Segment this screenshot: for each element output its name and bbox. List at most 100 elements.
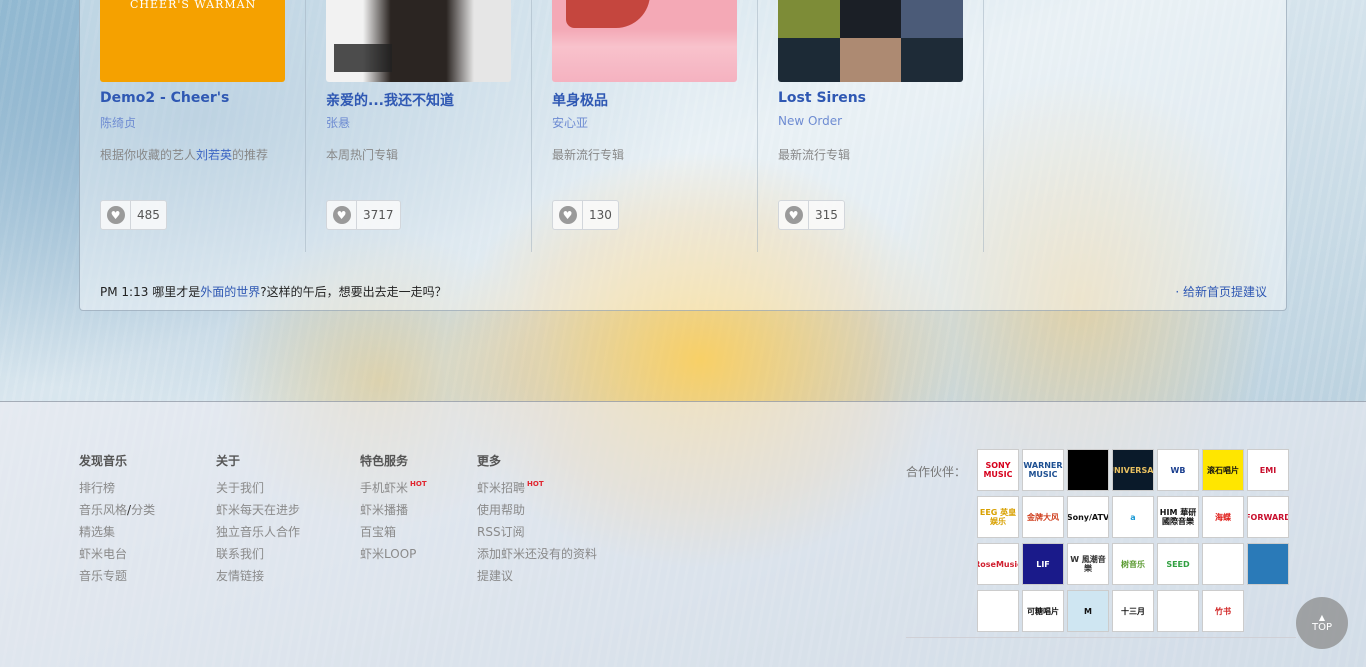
favorite-button[interactable]: ♥ 3717 bbox=[326, 200, 401, 230]
footer-link[interactable]: 虾米LOOP bbox=[360, 543, 416, 565]
footer-link[interactable]: 手机虾米 HOT bbox=[360, 477, 427, 499]
album-artist[interactable]: 张悬 bbox=[326, 114, 350, 131]
partner-logo[interactable]: 可糖唱片 bbox=[1022, 590, 1064, 632]
partner-logo[interactable] bbox=[1202, 543, 1244, 585]
footer-heading: 更多 bbox=[477, 454, 502, 468]
partner-logo[interactable]: 竹书 bbox=[1202, 590, 1244, 632]
album-item: Lost Sirens New Order 最新流行专辑 ♥ 315 bbox=[758, 0, 984, 252]
footer-link[interactable]: 添加虾米还没有的资料 bbox=[477, 543, 597, 565]
recommendation-card: CHEER'S WARMAN Demo2 - Cheer's 陈绮贞 根据你收藏… bbox=[79, 0, 1287, 311]
footer-column-services: 特色服务 手机虾米 HOT 虾米播播 百宝箱 虾米LOOP bbox=[360, 452, 427, 565]
album-artist[interactable]: 陈绮贞 bbox=[100, 114, 136, 131]
footer-link-label: 手机虾米 bbox=[360, 481, 409, 495]
partner-logo[interactable]: WARNER MUSIC bbox=[1022, 449, 1064, 491]
footer-link[interactable]: 虾米电台 bbox=[79, 543, 155, 565]
status-time: PM 1:13 bbox=[100, 285, 149, 299]
favorite-count: 315 bbox=[815, 208, 838, 222]
album-cover[interactable] bbox=[552, 0, 737, 82]
footer-link[interactable]: 虾米播播 bbox=[360, 499, 416, 521]
heart-icon: ♥ bbox=[101, 201, 131, 229]
footer-link[interactable]: 分类 bbox=[131, 503, 155, 517]
album-title[interactable]: Lost Sirens bbox=[778, 90, 866, 106]
footer-link[interactable]: 音乐专题 bbox=[79, 565, 155, 587]
partner-logo[interactable]: HIM 華研國際音樂 bbox=[1157, 496, 1199, 538]
partner-logo[interactable]: UNIVERSAL bbox=[1112, 449, 1154, 491]
partner-logo[interactable]: RoseMusic bbox=[977, 543, 1019, 585]
footer-link[interactable]: 虾米招聘 HOT bbox=[477, 477, 597, 499]
footer-column-discover: 发现音乐 排行榜 音乐风格/分类 精选集 虾米电台 音乐专题 bbox=[79, 452, 155, 587]
album-reason: 根据你收藏的艺人刘若英的推荐 bbox=[100, 146, 268, 163]
hot-badge: HOT bbox=[527, 480, 544, 488]
favorite-count: 485 bbox=[137, 208, 160, 222]
partner-logo[interactable]: EEG 英皇娱乐 bbox=[977, 496, 1019, 538]
footer-link[interactable]: 音乐风格 bbox=[79, 503, 127, 517]
partner-logo[interactable]: a bbox=[1112, 496, 1154, 538]
album-artist[interactable]: New Order bbox=[778, 114, 842, 128]
favorite-button[interactable]: ♥ 130 bbox=[552, 200, 619, 230]
footer-link[interactable]: 联系我们 bbox=[216, 543, 300, 565]
footer-link[interactable]: 独立音乐人合作 bbox=[216, 521, 300, 543]
partner-logo[interactable]: 树音乐 bbox=[1112, 543, 1154, 585]
partner-logo[interactable]: M bbox=[1067, 590, 1109, 632]
hot-badge: HOT bbox=[410, 480, 427, 488]
album-reason: 本周热门专辑 bbox=[326, 148, 399, 162]
footer-heading: 关于 bbox=[216, 454, 241, 468]
footer-link[interactable]: 排行榜 bbox=[79, 477, 155, 499]
footer-heading: 发现音乐 bbox=[79, 454, 128, 468]
partner-logo[interactable]: Sony/ATV bbox=[1067, 496, 1109, 538]
partner-logo-grid: SONY MUSICWARNER MUSIC UNIVERSALWB滚石唱片EMI… bbox=[977, 449, 1292, 632]
heart-icon: ♥ bbox=[779, 201, 809, 229]
status-text: ?这样的午后，想要出去走一走吗？ bbox=[260, 285, 447, 299]
footer-link[interactable]: 友情链接 bbox=[216, 565, 300, 587]
footer-link[interactable]: 关于我们 bbox=[216, 477, 300, 499]
album-artist[interactable]: 安心亚 bbox=[552, 114, 588, 131]
footer-link-label: 虾米招聘 bbox=[477, 481, 526, 495]
arrow-up-icon: ▲ bbox=[1318, 612, 1326, 622]
footer-column-about: 关于 关于我们 虾米每天在进步 独立音乐人合作 联系我们 友情链接 bbox=[216, 452, 300, 587]
partner-logo[interactable]: 金牌大风 bbox=[1022, 496, 1064, 538]
footer-link[interactable]: 百宝箱 bbox=[360, 521, 416, 543]
back-to-top-label: TOP bbox=[1311, 621, 1332, 633]
favorite-button[interactable]: ♥ 485 bbox=[100, 200, 167, 230]
partner-logo[interactable] bbox=[1067, 449, 1109, 491]
footer-link[interactable]: 精选集 bbox=[79, 521, 155, 543]
partner-logo[interactable] bbox=[977, 590, 1019, 632]
footer-link[interactable]: 虾米每天在进步 bbox=[216, 499, 300, 521]
partner-logo[interactable]: EMI bbox=[1247, 449, 1289, 491]
partner-logo[interactable]: SEED bbox=[1157, 543, 1199, 585]
homepage-suggestion-link[interactable]: · 给新首页提建议 bbox=[1175, 283, 1267, 300]
album-item: 亲爱的...我还不知道 张悬 本周热门专辑 ♥ 3717 bbox=[306, 0, 532, 252]
partner-logo[interactable] bbox=[1247, 543, 1289, 585]
footer-column-more: 更多 虾米招聘 HOT 使用帮助 RSS订阅 添加虾米还没有的资料 提建议 bbox=[477, 452, 597, 587]
back-to-top-button[interactable]: ▲ TOP bbox=[1296, 597, 1348, 649]
partner-logo[interactable]: 滚石唱片 bbox=[1202, 449, 1244, 491]
site-footer: 发现音乐 排行榜 音乐风格/分类 精选集 虾米电台 音乐专题 关于 关于我们 虾… bbox=[0, 401, 1366, 667]
partner-logo[interactable]: 海蝶 bbox=[1202, 496, 1244, 538]
status-link[interactable]: 外面的世界 bbox=[200, 285, 260, 299]
favorite-count: 3717 bbox=[363, 208, 394, 222]
album-reason: 最新流行专辑 bbox=[778, 148, 851, 162]
partners-label: 合作伙伴： bbox=[906, 465, 967, 479]
album-cover-text: CHEER'S WARMAN bbox=[130, 0, 257, 11]
album-title[interactable]: Demo2 - Cheer's bbox=[100, 90, 229, 106]
favorite-count: 130 bbox=[589, 208, 612, 222]
partner-logo[interactable]: W 風潮音樂 bbox=[1067, 543, 1109, 585]
album-reason-artist-link[interactable]: 刘若英 bbox=[196, 148, 232, 162]
partner-logo[interactable]: WB bbox=[1157, 449, 1199, 491]
footer-heading: 特色服务 bbox=[360, 454, 409, 468]
album-title[interactable]: 亲爱的...我还不知道 bbox=[326, 90, 454, 110]
partner-logo[interactable]: FORWARD bbox=[1247, 496, 1289, 538]
footer-link[interactable]: 使用帮助 bbox=[477, 499, 597, 521]
footer-link[interactable]: 提建议 bbox=[477, 565, 597, 587]
partner-logo[interactable]: SONY MUSIC bbox=[977, 449, 1019, 491]
album-cover[interactable] bbox=[326, 0, 511, 82]
album-cover[interactable]: CHEER'S WARMAN bbox=[100, 0, 285, 82]
footer-link[interactable]: RSS订阅 bbox=[477, 521, 597, 543]
favorite-button[interactable]: ♥ 315 bbox=[778, 200, 845, 230]
partner-logo[interactable]: 十三月 bbox=[1112, 590, 1154, 632]
album-title[interactable]: 单身极品 bbox=[552, 90, 608, 110]
footer-link-row: 音乐风格/分类 bbox=[79, 499, 155, 521]
album-cover[interactable] bbox=[778, 0, 963, 82]
partner-logo[interactable] bbox=[1157, 590, 1199, 632]
partner-logo[interactable]: LIF bbox=[1022, 543, 1064, 585]
